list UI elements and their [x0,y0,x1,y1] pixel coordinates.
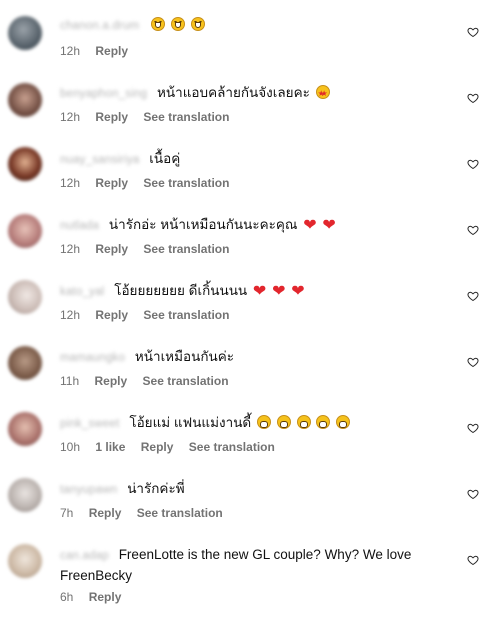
reply-button[interactable]: Reply [95,242,128,256]
comment-username[interactable]: can.adap [60,547,109,566]
red-heart-icon: ❤ [322,217,336,234]
avatar[interactable] [8,280,42,314]
comment-username[interactable]: nuay_sansiriya [60,151,140,170]
reply-button[interactable]: Reply [94,374,127,388]
see-translation-link[interactable]: See translation [143,374,229,388]
comment-text: น่ารักค่ะพี่ [127,481,185,496]
comment-text: หน้าเหมือนกันค่ะ [134,349,234,364]
reply-button[interactable]: Reply [89,506,122,520]
red-heart-icon: ❤ [272,283,286,300]
comment-time: 12h [60,44,81,58]
see-translation-link[interactable]: See translation [143,176,229,190]
comment-time: 11h [60,374,80,388]
comment-time: 7h [60,506,74,520]
comment-username[interactable]: benyaphon_sing [60,85,147,104]
avatar[interactable] [8,147,42,181]
laugh-emoji-icon [190,17,205,31]
comment-text: เนื้อคู่ [149,151,181,166]
comment-text: หน้าแอบคล้ายกันจังเลยคะ [156,85,310,100]
see-translation-link[interactable]: See translation [143,308,229,322]
laugh-emoji-icon [151,17,166,31]
red-heart-icon: ❤ [303,217,317,234]
comment-username[interactable]: chanon.a.drum [60,17,139,36]
comment-username[interactable]: mamaungko [60,349,125,368]
comment-time: 6h [60,590,74,604]
comment-time: 12h [60,242,81,256]
reply-button[interactable]: Reply [95,110,128,124]
heart-outline-icon[interactable] [467,356,479,368]
comment-time: 10h [60,440,81,454]
see-translation-link[interactable]: See translation [143,242,229,256]
heart-outline-icon[interactable] [467,26,479,38]
reply-button[interactable]: Reply [141,440,174,454]
reply-button[interactable]: Reply [95,176,128,190]
see-translation-link[interactable]: See translation [189,440,275,454]
grin-emoji-icon [296,415,311,429]
avatar[interactable] [8,478,42,512]
see-translation-link[interactable]: See translation [143,110,229,124]
comment-username[interactable]: pink_sweet [60,415,120,434]
star-struck-emoji-icon [315,84,330,103]
grin-emoji-icon [276,415,291,429]
comment-text: โอ้ยยยยยยย ดีเกิ้นนนน [114,283,248,298]
likes-count[interactable]: 1 like [95,440,125,454]
comment-time: 12h [60,176,81,190]
heart-outline-icon[interactable] [467,488,479,500]
heart-outline-icon[interactable] [467,224,479,236]
laugh-emoji-icon [170,17,185,31]
avatar[interactable] [8,544,42,578]
see-translation-link[interactable]: See translation [137,506,223,520]
grin-emoji-icon [256,415,271,429]
reply-button[interactable]: Reply [89,590,122,604]
heart-outline-icon[interactable] [467,92,479,104]
heart-outline-icon[interactable] [467,422,479,434]
red-heart-icon: ❤ [252,283,267,300]
reply-button[interactable]: Reply [95,308,128,322]
avatar[interactable] [8,16,42,50]
grin-emoji-icon [336,415,351,429]
red-heart-icon: ❤ [291,283,305,300]
comment-time: 12h [60,308,81,322]
avatar[interactable] [8,346,42,380]
comment-username[interactable]: tanyupawn [60,481,117,500]
comment-username[interactable]: nutlada [60,217,99,236]
heart-outline-icon[interactable] [467,158,479,170]
comment-text: โอ้ยแม่ แฟนแม่งานดี้ [129,415,252,430]
grin-emoji-icon [316,415,331,429]
heart-outline-icon[interactable] [467,290,479,302]
avatar[interactable] [8,83,42,117]
avatar[interactable] [8,412,42,446]
comment-text: น่ารักอ่ะ หน้าเหมือนกันนะคะคุณ [108,217,298,232]
reply-button[interactable]: Reply [95,44,128,58]
comment-text: FreenLotte is the new GL couple? Why? We… [60,547,412,583]
avatar[interactable] [8,214,42,248]
comment-time: 12h [60,110,81,124]
comment-username[interactable]: kato_yal [60,283,104,302]
heart-outline-icon[interactable] [467,554,479,566]
